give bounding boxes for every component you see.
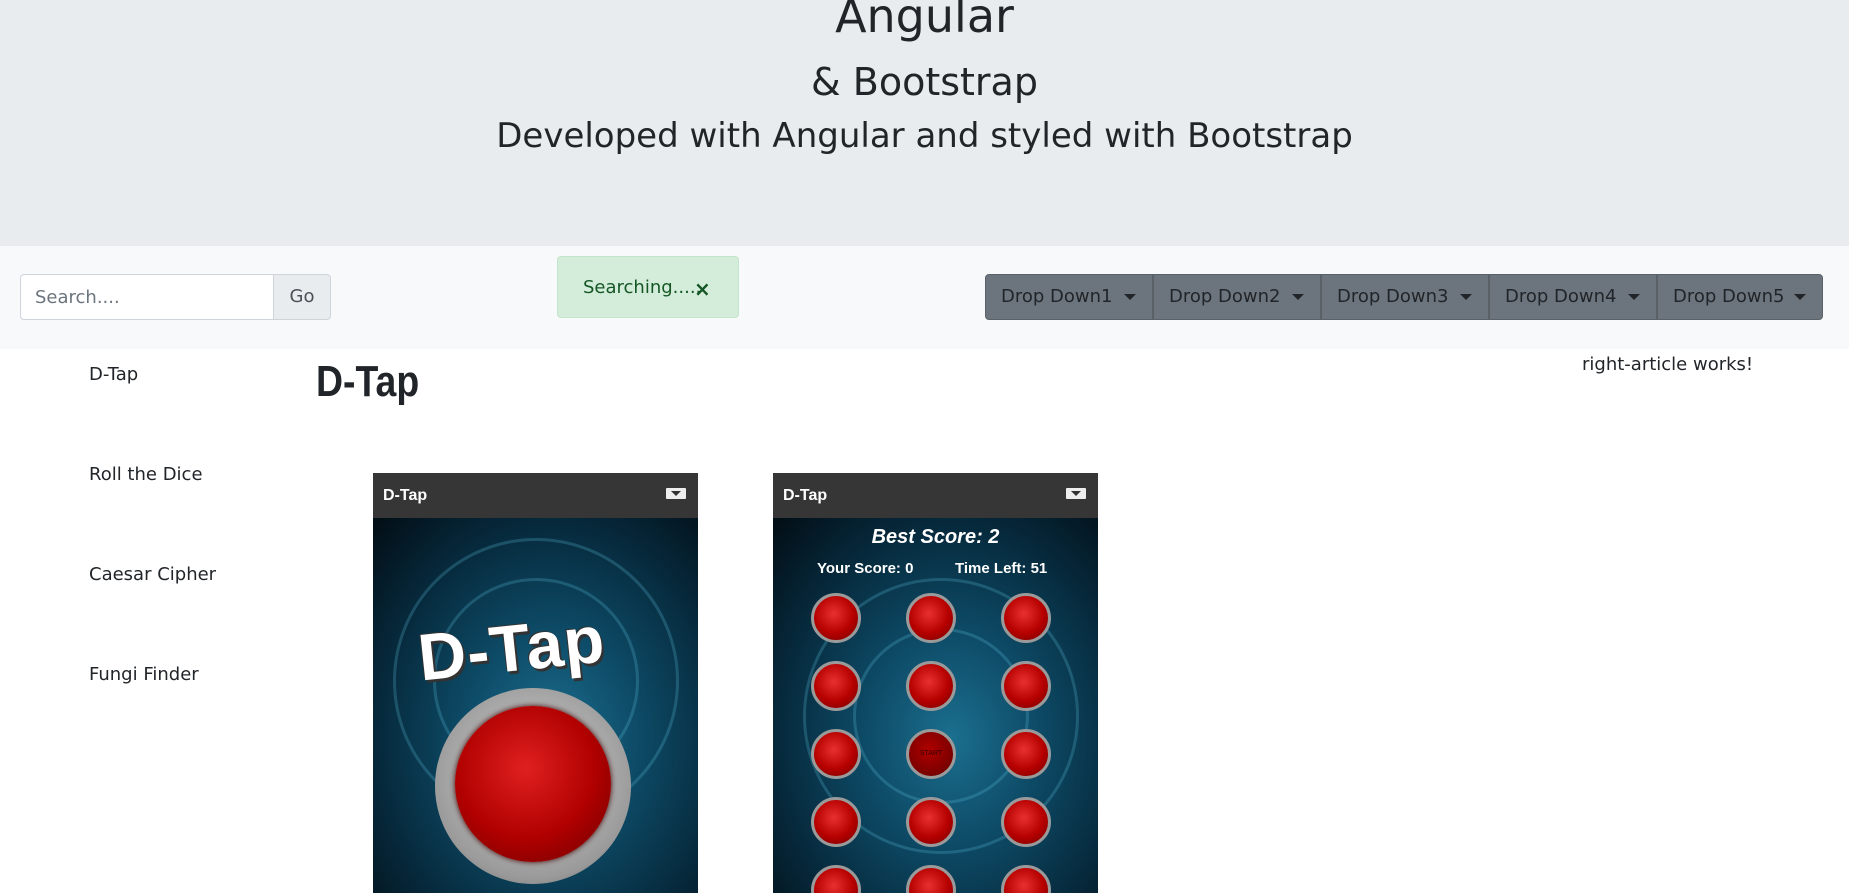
app-bar: D-Tap xyxy=(373,473,698,518)
app-bar-title: D-Tap xyxy=(783,487,828,504)
content-title: D-Tap xyxy=(316,357,420,406)
decorative-ring xyxy=(853,628,1029,804)
search-input[interactable] xyxy=(20,274,274,320)
app-bar: D-Tap xyxy=(773,473,1098,518)
start-button: START xyxy=(906,729,956,779)
tap-button xyxy=(1001,593,1051,643)
page-heading: Angular xyxy=(835,0,1014,43)
dropdown-4-button[interactable]: Drop Down4 xyxy=(1489,274,1657,320)
caret-down-icon xyxy=(1794,294,1806,300)
overflow-menu-icon xyxy=(1066,488,1086,499)
dropdown-5-button[interactable]: Drop Down5 xyxy=(1657,274,1823,320)
big-red-button-cap xyxy=(455,706,611,862)
caret-down-icon xyxy=(1124,294,1136,300)
tap-button xyxy=(811,797,861,847)
app-bar-title: D-Tap xyxy=(383,487,428,504)
sidebar-item-caesar-cipher[interactable]: Caesar Cipher xyxy=(89,562,216,588)
tap-button xyxy=(1001,661,1051,711)
tap-button xyxy=(1001,729,1051,779)
jumbotron: Angular & Bootstrap Developed with Angul… xyxy=(0,0,1849,246)
dropdown-label: Drop Down1 xyxy=(1001,286,1113,307)
best-score: Best Score: 2 xyxy=(871,526,1000,548)
sidebar-item-d-tap[interactable]: D-Tap xyxy=(89,362,138,388)
right-article: right-article works! xyxy=(1582,354,1754,375)
dropdown-group: Drop Down1 Drop Down2 Drop Down3 Drop Do… xyxy=(985,274,1823,320)
time-left: Time Left: 51 xyxy=(955,560,1048,577)
start-label: START xyxy=(919,750,943,757)
tap-button xyxy=(906,797,956,847)
dropdown-2-button[interactable]: Drop Down2 xyxy=(1153,274,1321,320)
dropdown-3-button[interactable]: Drop Down3 xyxy=(1321,274,1489,320)
alert-text: Searching..... xyxy=(583,277,702,298)
dropdown-1-button[interactable]: Drop Down1 xyxy=(985,274,1153,320)
your-score: Your Score: 0 xyxy=(817,560,914,577)
caret-down-icon xyxy=(1628,294,1640,300)
tap-button xyxy=(1001,797,1051,847)
tap-button xyxy=(811,661,861,711)
big-red-button xyxy=(435,688,631,884)
tap-button xyxy=(906,593,956,643)
tap-button xyxy=(811,729,861,779)
go-button[interactable]: Go xyxy=(273,274,331,320)
overflow-menu-icon xyxy=(666,488,686,499)
dropdown-label: Drop Down5 xyxy=(1673,286,1785,307)
caret-down-icon xyxy=(1460,294,1472,300)
dropdown-label: Drop Down3 xyxy=(1337,286,1449,307)
sidebar-item-roll-the-dice[interactable]: Roll the Dice xyxy=(89,462,203,488)
sidebar-item-fungi-finder[interactable]: Fungi Finder xyxy=(89,662,199,688)
app-screenshot-game-screen: D-Tap Best Score: 2 Your Score: 0 Time L… xyxy=(773,473,1098,893)
tap-button xyxy=(811,593,861,643)
page-subheading: & Bootstrap xyxy=(811,60,1038,104)
app-screenshot-title-screen: D-Tap D-Tap xyxy=(373,473,698,893)
page-lead: Developed with Angular and styled with B… xyxy=(496,116,1353,156)
dropdown-label: Drop Down2 xyxy=(1169,286,1281,307)
searching-alert: Searching..... × xyxy=(557,256,739,318)
dropdown-label: Drop Down4 xyxy=(1505,286,1617,307)
tap-button xyxy=(906,661,956,711)
caret-down-icon xyxy=(1292,294,1304,300)
close-icon[interactable]: × xyxy=(694,257,711,321)
